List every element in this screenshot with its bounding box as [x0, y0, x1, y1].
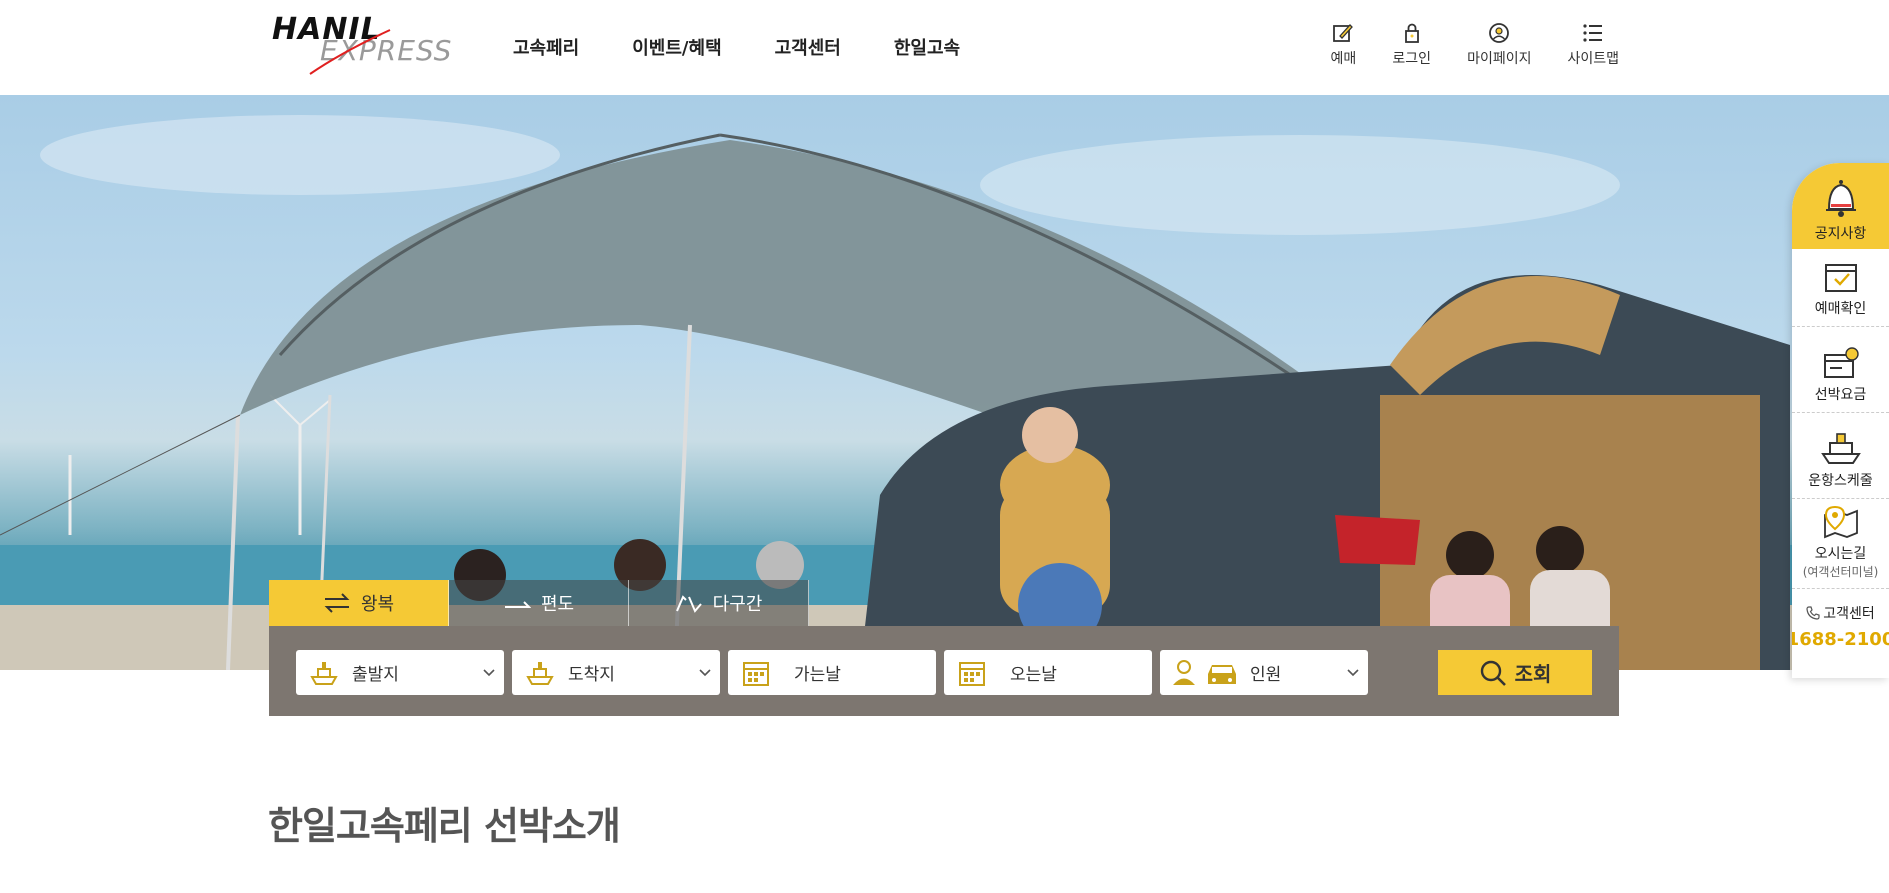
quick-directions[interactable]: 오시는길 (여객선터미널) — [1792, 499, 1889, 589]
util-booking[interactable]: 예매 — [1330, 20, 1356, 68]
nav-item-support[interactable]: 고객센터 — [775, 34, 841, 60]
multi-route-icon — [675, 595, 702, 613]
tab-multi-segment-label: 다구간 — [712, 594, 763, 615]
quick-reservation-check[interactable]: 예매확인 — [1792, 249, 1889, 327]
utility-menu: 예매 로그인 마이페이지 사이트맵 — [1294, 20, 1619, 68]
departure-select[interactable]: 출발지 — [296, 650, 504, 695]
quick-directions-label: 오시는길 — [1814, 546, 1867, 562]
booking-search-bar: 출발지 도착지 가는날 오는날 인원 조회 — [269, 626, 1619, 716]
chevron-down-icon — [474, 668, 504, 678]
util-booking-label: 예매 — [1330, 51, 1357, 67]
quick-fare[interactable]: 선박요금 — [1792, 327, 1889, 413]
chevron-down-icon — [1338, 668, 1368, 678]
util-login-label: 로그인 — [1392, 51, 1432, 67]
return-date-label: 오는날 — [1010, 665, 1057, 685]
ship-icon — [512, 659, 568, 687]
call-center-label-row: 고객센터 — [1806, 603, 1875, 623]
user-circle-icon — [1486, 20, 1512, 46]
arrival-select[interactable]: 도착지 — [512, 650, 720, 695]
list-icon — [1580, 20, 1606, 46]
swap-arrows-icon — [324, 593, 350, 613]
nav-item-ferry[interactable]: 고속페리 — [513, 34, 579, 60]
quick-fare-label: 선박요금 — [1814, 387, 1867, 403]
search-icon — [1480, 660, 1506, 686]
tab-multi-segment[interactable]: 다구간 — [629, 580, 809, 626]
logo-swoosh-icon — [309, 29, 391, 75]
tab-one-way-label: 편도 — [540, 594, 575, 615]
map-pin-icon — [1823, 505, 1858, 539]
fare-card-icon — [1823, 347, 1859, 378]
quick-call-center[interactable]: 고객센터 1688-2100 — [1792, 589, 1889, 650]
pencil-note-icon — [1330, 20, 1356, 46]
util-mypage[interactable]: 마이페이지 — [1467, 20, 1531, 68]
search-button-label: 조회 — [1514, 662, 1552, 686]
passenger-select[interactable]: 인원 — [1160, 650, 1368, 695]
util-sitemap[interactable]: 사이트맵 — [1567, 20, 1619, 68]
main-nav: 고속페리 이벤트/혜택 고객센터 한일고속 — [513, 34, 1013, 60]
quick-notice-label: 공지사항 — [1814, 226, 1867, 242]
util-sitemap-label: 사이트맵 — [1567, 51, 1619, 67]
nav-item-events[interactable]: 이벤트/혜택 — [632, 34, 721, 60]
chevron-down-icon — [690, 668, 720, 678]
ship-icon — [296, 659, 352, 687]
phone-icon — [1806, 606, 1820, 620]
tab-round-trip[interactable]: 왕복 — [269, 580, 449, 626]
calendar-icon — [944, 659, 1000, 687]
lock-icon — [1399, 20, 1425, 46]
nav-item-company[interactable]: 한일고속 — [894, 34, 960, 60]
quick-directions-sub: (여객선터미널) — [1802, 565, 1879, 579]
trip-type-tabs: 왕복 편도 다구간 — [269, 580, 809, 626]
quick-schedule[interactable]: 운항스케줄 — [1792, 413, 1889, 499]
site-header: HANIL EXPRESS 고속페리 이벤트/혜택 고객센터 한일고속 예매 로… — [0, 0, 1889, 95]
person-car-icon — [1160, 658, 1250, 688]
calendar-icon — [728, 659, 784, 687]
quick-schedule-label: 운항스케줄 — [1808, 473, 1873, 489]
call-center-label: 고객센터 — [1823, 606, 1875, 622]
bell-icon — [1825, 180, 1856, 217]
calendar-check-icon — [1824, 264, 1857, 292]
util-mypage-label: 마이페이지 — [1467, 51, 1532, 67]
section-title: 한일고속페리 선박소개 — [268, 804, 621, 848]
quick-reservation-check-label: 예매확인 — [1814, 301, 1867, 317]
ferry-icon — [1820, 433, 1861, 464]
tab-one-way[interactable]: 편도 — [449, 580, 629, 626]
go-date-label: 가는날 — [794, 665, 841, 685]
arrow-right-icon — [504, 601, 531, 608]
go-date-field[interactable]: 가는날 — [728, 650, 936, 695]
arrival-label: 도착지 — [568, 665, 615, 685]
passenger-label: 인원 — [1250, 665, 1282, 685]
departure-label: 출발지 — [352, 665, 399, 685]
search-button[interactable]: 조회 — [1438, 650, 1592, 695]
call-center-number[interactable]: 1688-2100 — [1792, 629, 1889, 650]
util-login[interactable]: 로그인 — [1392, 20, 1431, 68]
tab-round-trip-label: 왕복 — [360, 594, 395, 615]
quick-menu: 공지사항 예매확인 선박요금 운항스케줄 오시는길 (여객선터미널) 고객센터 … — [1792, 163, 1889, 678]
hanil-express-logo[interactable]: HANIL EXPRESS — [272, 12, 452, 78]
return-date-field[interactable]: 오는날 — [944, 650, 1152, 695]
quick-notice[interactable]: 공지사항 — [1792, 163, 1889, 249]
